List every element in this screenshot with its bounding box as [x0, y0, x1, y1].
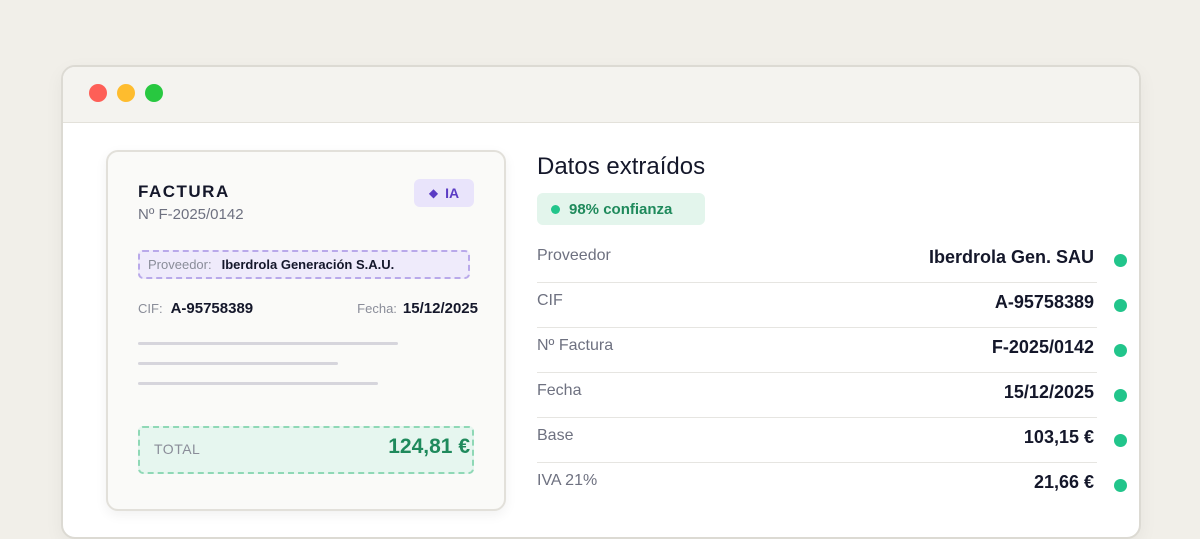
- field-value: F-2025/0142: [991, 337, 1094, 357]
- field-value: A-95758389: [994, 292, 1094, 312]
- app-window: FACTURA Nº F-2025/0142 ◆ IA Proveedor: I…: [61, 65, 1141, 539]
- date-field: Fecha: 15/12/2025: [357, 300, 478, 317]
- date-value: 15/12/2025: [402, 300, 478, 317]
- confidence-label: 98% confianza: [569, 200, 673, 218]
- field-row-vat: IVA 21% 21,66 €: [537, 463, 1127, 507]
- status-dot-icon: [1114, 479, 1127, 492]
- extracted-data-title: Datos extraídos: [537, 153, 706, 180]
- total-highlight: TOTAL 124,81 €: [138, 426, 474, 474]
- window-titlebar: [63, 67, 1139, 123]
- total-label: TOTAL: [154, 441, 201, 457]
- field-row-cif: CIF A-95758389: [537, 283, 1127, 328]
- close-window-button[interactable]: [89, 84, 107, 102]
- invoice-number: Nº F-2025/0142: [138, 206, 244, 223]
- ai-badge-label: IA: [445, 185, 460, 201]
- status-dot-icon: [1114, 344, 1127, 357]
- provider-highlight: Proveedor: Iberdrola Generación S.A.U.: [138, 250, 470, 279]
- field-label: IVA 21%: [537, 472, 598, 489]
- provider-label: Proveedor:: [148, 257, 212, 272]
- minimize-window-button[interactable]: [117, 84, 135, 102]
- placeholder-line: [138, 362, 338, 365]
- status-dot-icon: [1114, 389, 1127, 402]
- field-label: Nº Factura: [537, 337, 614, 354]
- field-row-provider: Proveedor Iberdrola Gen. SAU: [537, 238, 1127, 283]
- ai-badge: ◆ IA: [414, 179, 474, 207]
- placeholder-line: [138, 382, 378, 385]
- cif-value: A-95758389: [170, 300, 254, 317]
- confidence-badge: 98% confianza: [537, 193, 705, 225]
- field-value: Iberdrola Gen. SAU: [928, 247, 1094, 267]
- cif-label: CIF:: [138, 301, 163, 316]
- invoice-title: FACTURA: [138, 182, 230, 201]
- status-dot-icon: [551, 204, 560, 214]
- maximize-window-button[interactable]: [145, 84, 163, 102]
- status-dot-icon: [1114, 434, 1127, 447]
- field-label: Fecha: [537, 382, 582, 399]
- invoice-preview-card: FACTURA Nº F-2025/0142 ◆ IA Proveedor: I…: [106, 150, 506, 511]
- field-row-base: Base 103,15 €: [537, 418, 1127, 463]
- field-value: 21,66 €: [1033, 472, 1094, 492]
- diamond-icon: ◆: [428, 186, 439, 200]
- field-value: 103,15 €: [1023, 427, 1094, 447]
- provider-value: Iberdrola Generación S.A.U.: [221, 257, 395, 272]
- cif-field: CIF: A-95758389: [138, 300, 253, 317]
- extracted-fields-list: Proveedor Iberdrola Gen. SAU CIF A-95758…: [537, 238, 1127, 507]
- field-row-date: Fecha 15/12/2025: [537, 373, 1127, 418]
- field-value: 15/12/2025: [1003, 382, 1094, 402]
- date-label: Fecha:: [357, 301, 397, 316]
- total-value: 124,81 €: [388, 435, 470, 458]
- field-label: Proveedor: [537, 247, 611, 264]
- field-row-invoice-number: Nº Factura F-2025/0142: [537, 328, 1127, 373]
- placeholder-line: [138, 342, 398, 345]
- field-label: Base: [537, 427, 574, 444]
- status-dot-icon: [1114, 299, 1127, 312]
- field-label: CIF: [537, 292, 563, 309]
- status-dot-icon: [1114, 254, 1127, 267]
